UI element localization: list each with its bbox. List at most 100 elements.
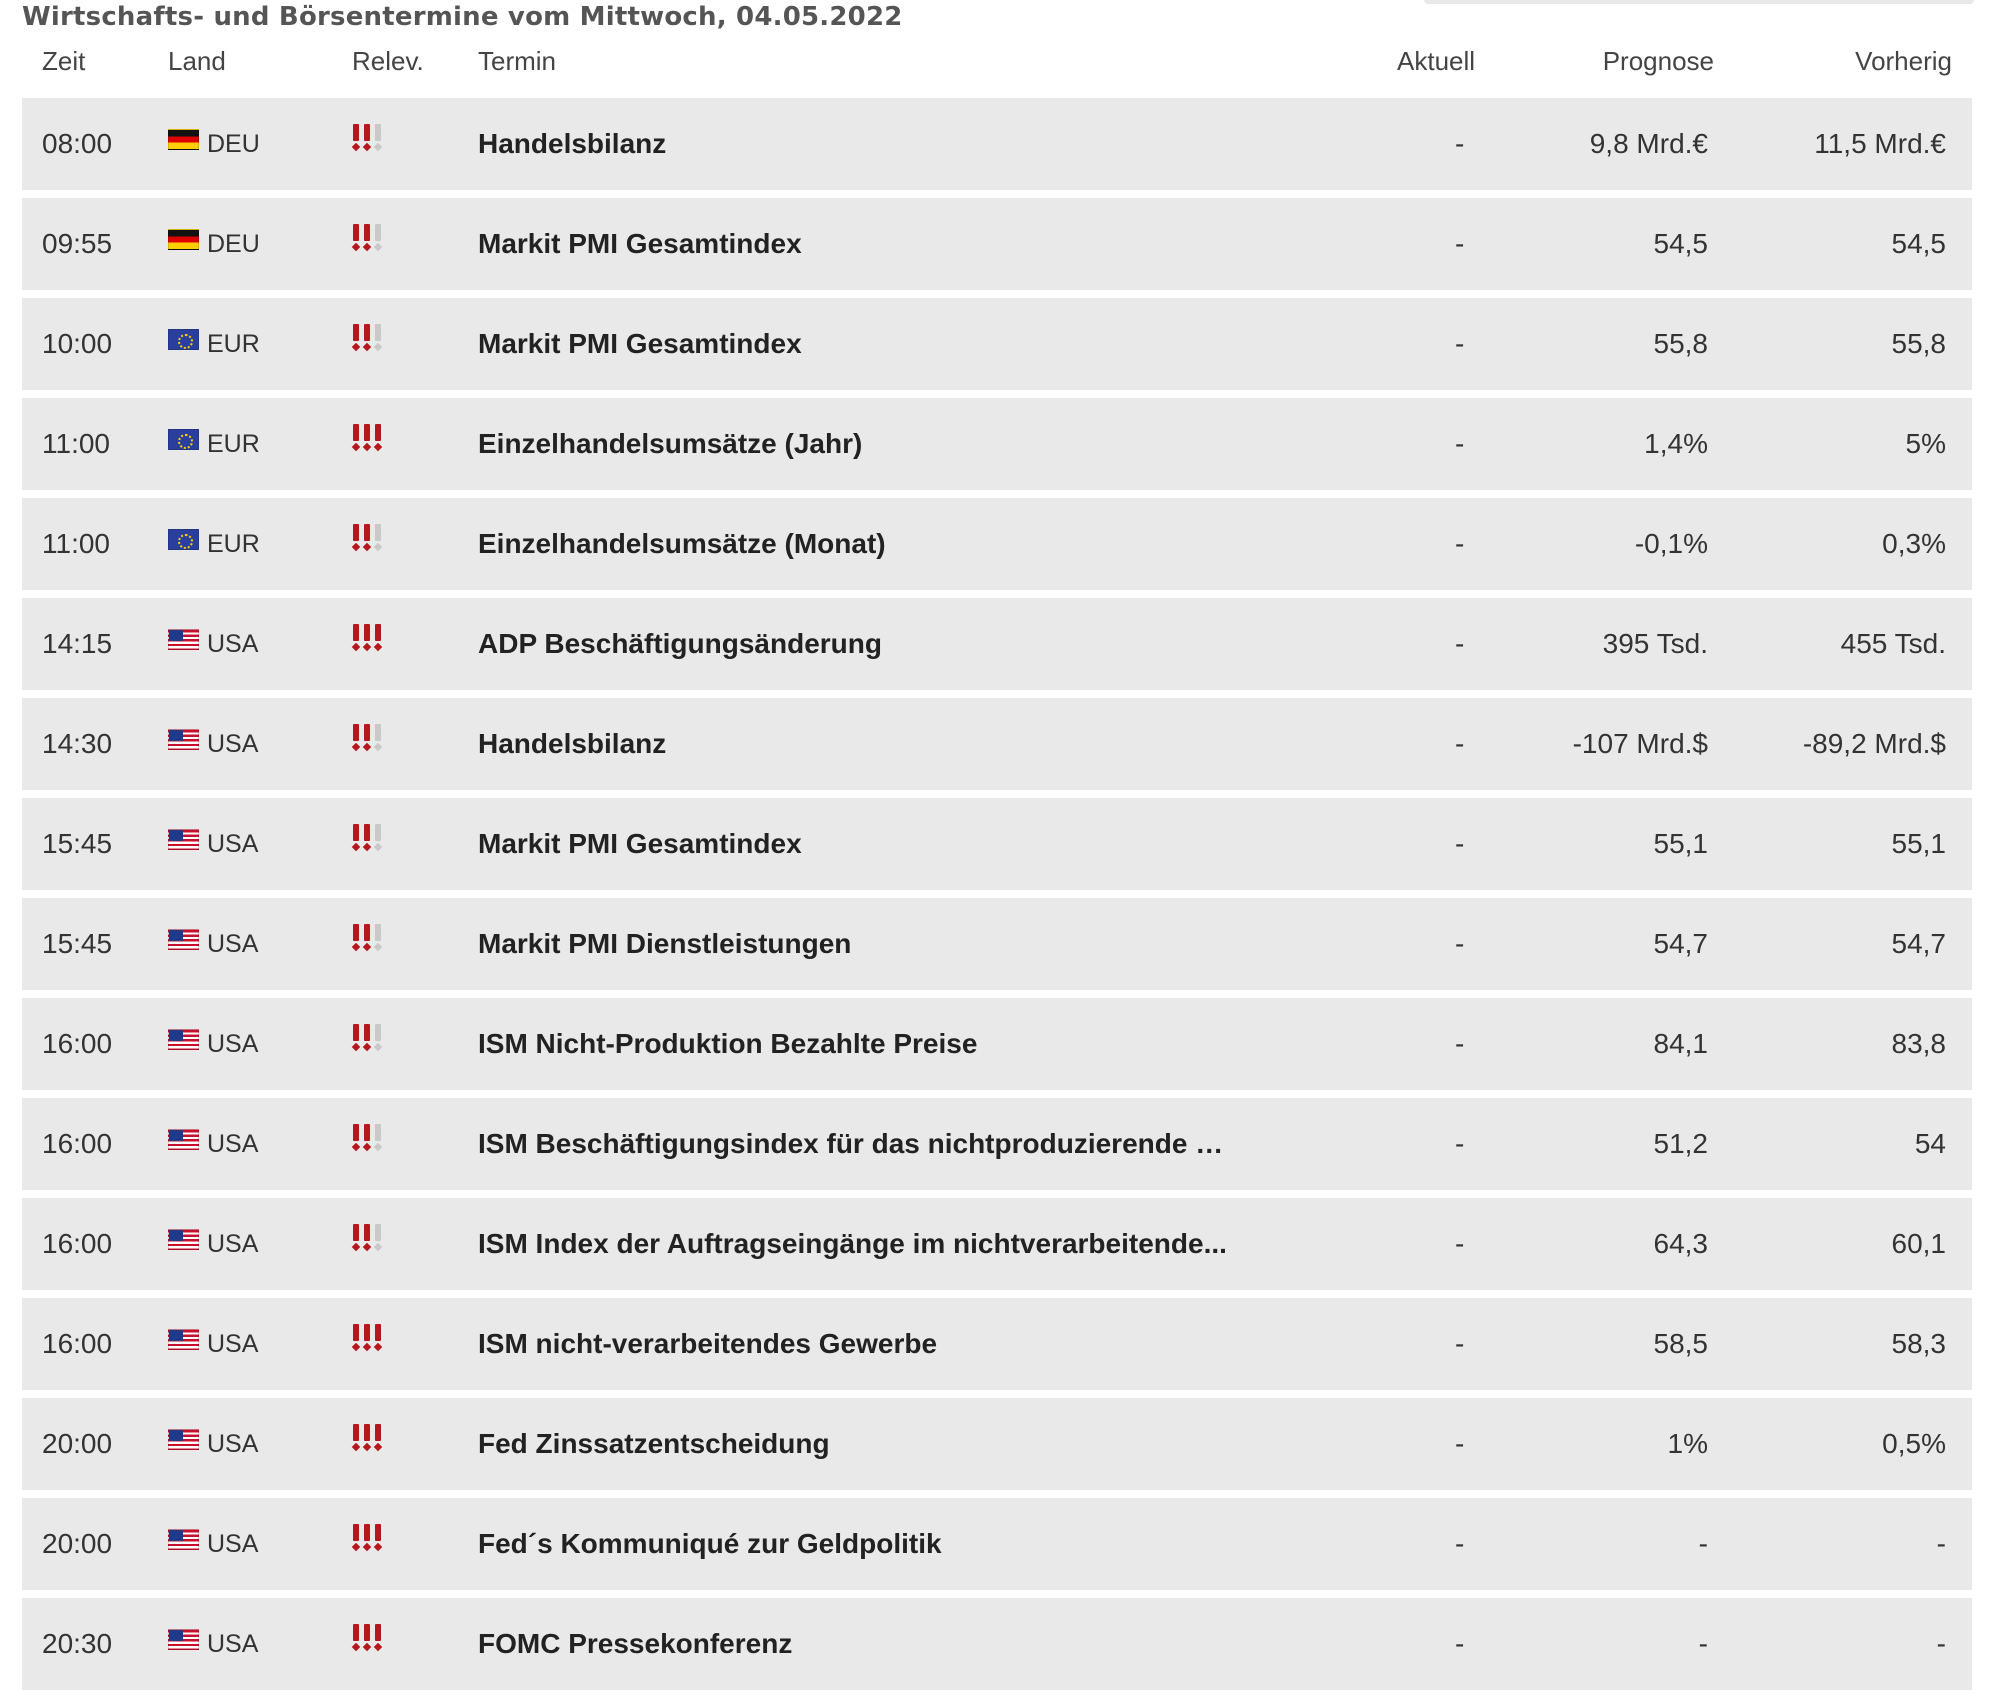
event-actual: - — [1455, 1328, 1465, 1359]
country-code: USA — [207, 1330, 259, 1358]
event-title-link[interactable]: Markit PMI Gesamtindex — [478, 198, 802, 290]
country-code: EUR — [207, 530, 260, 558]
event-time: 16:00 — [42, 1228, 113, 1259]
event-title-link[interactable]: Einzelhandelsumsätze (Jahr) — [478, 398, 862, 490]
event-title-link[interactable]: ISM Index der Auftragseingänge im nichtv… — [478, 1198, 1227, 1290]
event-previous: 11,5 Mrd.€ — [1814, 128, 1946, 159]
event-country: USA — [168, 998, 258, 1090]
event-actual: - — [1455, 828, 1465, 859]
event-actual: - — [1455, 1428, 1465, 1459]
table-row[interactable]: 14:15 USA ADP Beschäftigungsänderung - 3… — [22, 598, 1972, 690]
table-row[interactable]: 11:00 EUR Einzelhandelsumsätze (Jahr) - … — [22, 398, 1972, 490]
event-title-link[interactable]: ADP Beschäftigungsänderung — [478, 598, 882, 690]
event-title-link[interactable]: FOMC Pressekonferenz — [478, 1598, 792, 1690]
event-forecast: 9,8 Mrd.€ — [1589, 128, 1708, 159]
event-title-link[interactable]: ISM nicht-verarbeitendes Gewerbe — [478, 1298, 937, 1390]
event-forecast: 84,1 — [1653, 1028, 1709, 1059]
country-code: USA — [207, 1130, 259, 1158]
table-row[interactable]: 09:55 DEU Markit PMI Gesamtindex - 54,5 … — [22, 198, 1972, 290]
event-title-link[interactable]: ISM Beschäftigungsindex für das nichtpro… — [478, 1098, 1238, 1190]
header-relevanz[interactable]: Relev. — [352, 46, 424, 77]
event-actual: - — [1455, 128, 1465, 159]
event-title-link[interactable]: Einzelhandelsumsätze (Monat) — [478, 498, 886, 590]
table-row[interactable]: 08:00 DEU Handelsbilanz - 9,8 Mrd.€ 11,5… — [22, 98, 1972, 190]
table-row[interactable]: 20:30 USA FOMC Pressekonferenz - - - — [22, 1598, 1972, 1690]
eur-flag-icon — [168, 428, 199, 450]
relevance-indicator — [352, 390, 385, 482]
event-title-link[interactable]: Fed´s Kommuniqué zur Geldpolitik — [478, 1498, 942, 1590]
relevance-mark-icon — [374, 1424, 382, 1451]
usa-flag-icon — [168, 1328, 199, 1350]
event-relevance — [352, 298, 385, 390]
table-row[interactable]: 16:00 USA ISM Index der Auftragseingänge… — [22, 1198, 1972, 1290]
header-prognose[interactable]: Prognose — [1603, 46, 1714, 77]
relevance-mark-icon — [363, 1524, 371, 1551]
event-title-link[interactable]: Markit PMI Gesamtindex — [478, 298, 802, 390]
relevance-mark-icon — [352, 724, 360, 751]
header-land[interactable]: Land — [168, 46, 226, 77]
event-time: 20:30 — [42, 1628, 113, 1659]
event-relevance — [352, 1198, 385, 1290]
relevance-mark-icon — [363, 924, 371, 951]
relevance-indicator — [352, 1390, 385, 1482]
event-relevance — [352, 498, 385, 590]
country-code: USA — [207, 1630, 259, 1658]
table-row[interactable]: 20:00 USA Fed Zinssatzentscheidung - 1% … — [22, 1398, 1972, 1490]
event-previous: 55,1 — [1891, 828, 1947, 859]
event-time: 10:00 — [42, 328, 113, 359]
table-row[interactable]: 20:00 USA Fed´s Kommuniqué zur Geldpolit… — [22, 1498, 1972, 1590]
event-title-link[interactable]: Handelsbilanz — [478, 698, 666, 790]
table-row[interactable]: 16:00 USA ISM Beschäftigungsindex für da… — [22, 1098, 1972, 1190]
relevance-indicator — [352, 1190, 385, 1282]
top-panel-edge — [1424, 0, 1974, 4]
event-actual: - — [1455, 428, 1465, 459]
event-previous: 55,8 — [1891, 328, 1947, 359]
relevance-indicator — [352, 790, 385, 882]
usa-flag-icon — [168, 1428, 199, 1450]
event-title-link[interactable]: Markit PMI Gesamtindex — [478, 798, 802, 890]
relevance-mark-icon — [363, 124, 371, 151]
event-time: 16:00 — [42, 1128, 113, 1159]
header-termin[interactable]: Termin — [478, 46, 556, 77]
table-row[interactable]: 14:30 USA Handelsbilanz - -107 Mrd.$ -89… — [22, 698, 1972, 790]
table-row[interactable]: 11:00 EUR Einzelhandelsumsätze (Monat) -… — [22, 498, 1972, 590]
header-vorherig[interactable]: Vorherig — [1855, 46, 1952, 77]
event-time: 11:00 — [42, 528, 110, 559]
country-code: DEU — [207, 230, 260, 258]
event-country: USA — [168, 598, 258, 690]
event-forecast: 55,8 — [1653, 328, 1709, 359]
event-time: 14:30 — [42, 728, 113, 759]
relevance-indicator — [352, 590, 385, 682]
event-forecast: 64,3 — [1653, 1228, 1709, 1259]
table-header: Zeit Land Relev. Termin Aktuell Prognose… — [22, 40, 1972, 84]
event-relevance — [352, 1298, 385, 1390]
event-title-link[interactable]: Fed Zinssatzentscheidung — [478, 1398, 830, 1490]
event-time: 08:00 — [42, 128, 113, 159]
event-relevance — [352, 98, 385, 190]
table-row[interactable]: 10:00 EUR Markit PMI Gesamtindex - 55,8 … — [22, 298, 1972, 390]
event-title-link[interactable]: Markit PMI Dienstleistungen — [478, 898, 851, 990]
country-code: USA — [207, 1030, 259, 1058]
event-previous: 455 Tsd. — [1840, 628, 1946, 659]
event-relevance — [352, 198, 385, 290]
event-title-link[interactable]: ISM Nicht-Produktion Bezahlte Preise — [478, 998, 977, 1090]
relevance-indicator — [352, 1290, 385, 1382]
table-row[interactable]: 15:45 USA Markit PMI Dienstleistungen - … — [22, 898, 1972, 990]
usa-flag-icon — [168, 1228, 199, 1250]
relevance-mark-icon — [352, 524, 360, 551]
event-country: USA — [168, 698, 258, 790]
event-forecast: 54,7 — [1653, 928, 1709, 959]
relevance-indicator — [352, 490, 385, 582]
usa-flag-icon — [168, 1628, 199, 1650]
relevance-mark-icon — [363, 824, 371, 851]
event-previous: 54,5 — [1891, 228, 1947, 259]
table-row[interactable]: 15:45 USA Markit PMI Gesamtindex - 55,1 … — [22, 798, 1972, 890]
event-actual: - — [1455, 228, 1465, 259]
header-aktuell[interactable]: Aktuell — [1397, 46, 1475, 77]
header-zeit[interactable]: Zeit — [42, 46, 85, 77]
event-time: 15:45 — [42, 828, 113, 859]
table-row[interactable]: 16:00 USA ISM Nicht-Produktion Bezahlte … — [22, 998, 1972, 1090]
relevance-indicator — [352, 690, 385, 782]
table-row[interactable]: 16:00 USA ISM nicht-verarbeitendes Gewer… — [22, 1298, 1972, 1390]
event-title-link[interactable]: Handelsbilanz — [478, 98, 666, 190]
